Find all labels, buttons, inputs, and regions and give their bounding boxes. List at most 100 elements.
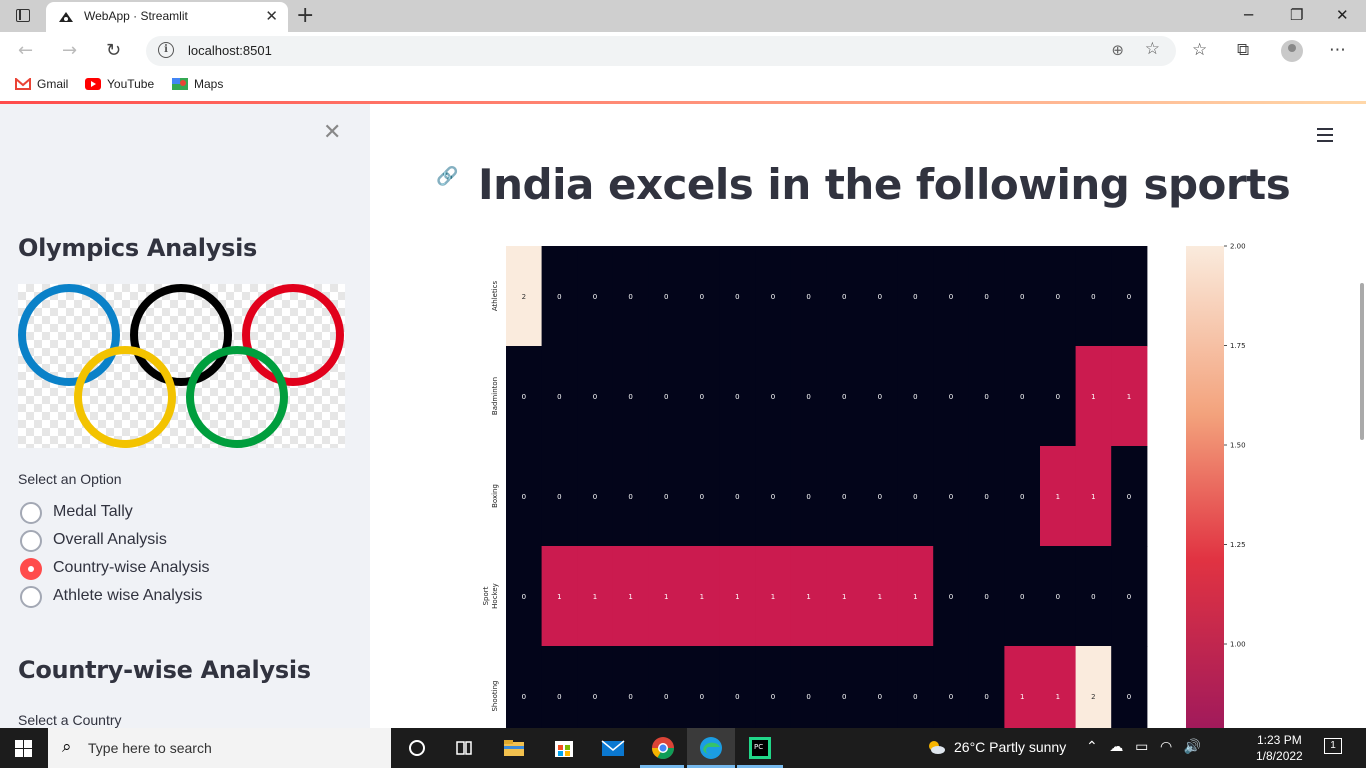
heatmap-cell-label: 0 (1056, 393, 1060, 401)
main-content: 🔗 India excels in the following sports 2… (370, 104, 1366, 728)
battery-icon[interactable]: ▭ (1135, 738, 1148, 754)
heatmap-cell (506, 646, 543, 728)
close-sidebar-icon[interactable]: ✕ (323, 120, 341, 145)
radio-label[interactable]: Overall Analysis (53, 531, 167, 549)
favorites-icon[interactable]: ☆ (1192, 40, 1207, 60)
chevron-up-icon[interactable]: ⌃ (1086, 738, 1098, 754)
heatmap-cell-label: 1 (1056, 693, 1060, 701)
profile-avatar[interactable] (1281, 40, 1303, 62)
heatmap-cell (826, 646, 863, 728)
heatmap-cell-label: 0 (522, 693, 526, 701)
heatmap-cell-label: 0 (1020, 593, 1024, 601)
heatmap-cell-label: 0 (771, 293, 775, 301)
store-icon[interactable] (551, 735, 577, 761)
page-title: India excels in the following sports (478, 160, 1291, 209)
hamburger-menu-icon[interactable] (1317, 128, 1333, 142)
tab-actions-icon[interactable] (16, 9, 30, 22)
heatmap-cell-label: 0 (700, 693, 704, 701)
browser-tab[interactable]: WebApp · Streamlit ✕ (46, 2, 288, 32)
close-window-icon[interactable]: ✕ (1336, 6, 1349, 24)
taskbar-clock[interactable]: 1:23 PM 1/8/2022 (1256, 732, 1303, 764)
radio-dot[interactable] (20, 502, 42, 524)
radio-label[interactable]: Country-wise Analysis (53, 559, 210, 577)
colorbar-tick-label: 1.00 (1230, 641, 1246, 649)
radio-label[interactable]: Athlete wise Analysis (53, 587, 202, 605)
search-icon: ⌕ (62, 737, 72, 756)
mail-icon[interactable] (600, 735, 626, 761)
site-info-icon[interactable]: i (158, 42, 174, 58)
olympic-rings-image (18, 284, 345, 448)
heatmap-cell-label: 0 (735, 493, 739, 501)
heatmap-cell-label: 0 (1091, 293, 1095, 301)
bookmark-gmail[interactable]: Gmail (15, 77, 68, 91)
url-text[interactable]: localhost:8501 (188, 43, 272, 58)
system-tray[interactable]: ⌃ ☁ ▭ ◠ 🔊 (1086, 738, 1201, 755)
wifi-icon[interactable]: ◠ (1160, 738, 1172, 754)
heatmap-cell-label: 0 (806, 693, 810, 701)
anchor-link-icon[interactable]: 🔗 (436, 166, 458, 187)
address-bar-row: ← → ↻ i localhost:8501 ⊕ ☆ (0, 32, 1366, 70)
url-bar[interactable]: i localhost:8501 ⊕ ☆ (146, 36, 1176, 66)
tab-title: WebApp · Streamlit (84, 9, 188, 23)
restore-icon[interactable]: ❐ (1290, 6, 1303, 24)
heatmap-cell-label: 0 (557, 493, 561, 501)
zoom-icon[interactable]: ⊕ (1111, 41, 1124, 59)
heatmap-chart: 2 0 0 0 0 0 0 0 0 0 0 0 0 0 0 0 0 0 Athletics 0 0 0 0 0 0 0 0 0 0 0 0 0… (470, 234, 1270, 728)
add-favorite-icon[interactable]: ☆ (1145, 39, 1160, 59)
heatmap-row-label: Badminton (491, 377, 499, 415)
radio-dot-selected[interactable] (20, 558, 42, 580)
chrome-icon[interactable] (650, 735, 676, 761)
heatmap-cell-label: 0 (557, 393, 561, 401)
search-placeholder[interactable]: Type here to search (88, 740, 212, 756)
page-scrollbar[interactable] (1360, 283, 1364, 440)
heatmap-cell-label: 0 (949, 593, 953, 601)
onedrive-icon[interactable]: ☁ (1109, 738, 1123, 754)
refresh-icon[interactable]: ↻ (106, 40, 121, 61)
heatmap-cell-label: 1 (1127, 393, 1131, 401)
partly-sunny-icon (929, 741, 945, 754)
heatmap-y-axis-label: Sport (482, 586, 490, 605)
heatmap-cell-label: 2 (1091, 693, 1095, 701)
radio-label[interactable]: Medal Tally (53, 503, 133, 521)
minimize-icon[interactable]: ─ (1244, 6, 1253, 24)
heatmap-cell-label: 0 (1127, 293, 1131, 301)
edge-icon[interactable] (698, 735, 724, 761)
bookmark-maps[interactable]: Maps (172, 77, 223, 91)
heatmap-cell (577, 646, 614, 728)
heatmap-cell-label: 0 (842, 493, 846, 501)
radio-dot[interactable] (20, 530, 42, 552)
heatmap-cell (1111, 646, 1148, 728)
heatmap-cell-label: 0 (949, 693, 953, 701)
heatmap-cell-label: 0 (628, 693, 632, 701)
new-tab-icon[interactable]: + (296, 3, 314, 28)
weather-widget[interactable]: 26°C Partly sunny (926, 739, 1066, 755)
windows-start-icon[interactable] (15, 740, 32, 757)
bookmark-youtube[interactable]: YouTube (85, 77, 154, 91)
bookmarks-bar: Gmail YouTube Maps (0, 70, 1366, 100)
heatmap-cell-label: 0 (842, 393, 846, 401)
cortana-icon[interactable] (404, 735, 430, 761)
country-select-label: Select a Country (18, 712, 122, 728)
heatmap-cell-label: 0 (806, 493, 810, 501)
heatmap-cell (1040, 646, 1077, 728)
browser-tab-bar: WebApp · Streamlit ✕ + ─ ❐ ✕ (0, 0, 1366, 32)
collections-icon[interactable]: ⧉ (1237, 40, 1249, 60)
pycharm-icon[interactable]: PC (747, 735, 773, 761)
back-icon[interactable]: ← (18, 40, 33, 61)
close-tab-icon[interactable]: ✕ (265, 7, 278, 25)
notification-center-icon[interactable]: 1 (1324, 738, 1342, 754)
heatmap-cell-label: 0 (771, 393, 775, 401)
forward-icon[interactable]: → (62, 40, 77, 61)
radio-dot[interactable] (20, 586, 42, 608)
taskbar-search[interactable]: ⌕ Type here to search (48, 728, 391, 768)
file-explorer-icon[interactable] (501, 735, 527, 761)
clock-time: 1:23 PM (1257, 733, 1302, 747)
heatmap-cell-label: 1 (806, 593, 810, 601)
volume-icon[interactable]: 🔊 (1184, 738, 1201, 754)
heatmap-cell-label: 0 (984, 293, 988, 301)
heatmap-cell-label: 0 (949, 493, 953, 501)
heatmap-cell (933, 646, 970, 728)
heatmap-cell-label: 1 (1056, 493, 1060, 501)
more-menu-icon[interactable]: ⋯ (1329, 40, 1346, 60)
task-view-icon[interactable] (451, 735, 477, 761)
